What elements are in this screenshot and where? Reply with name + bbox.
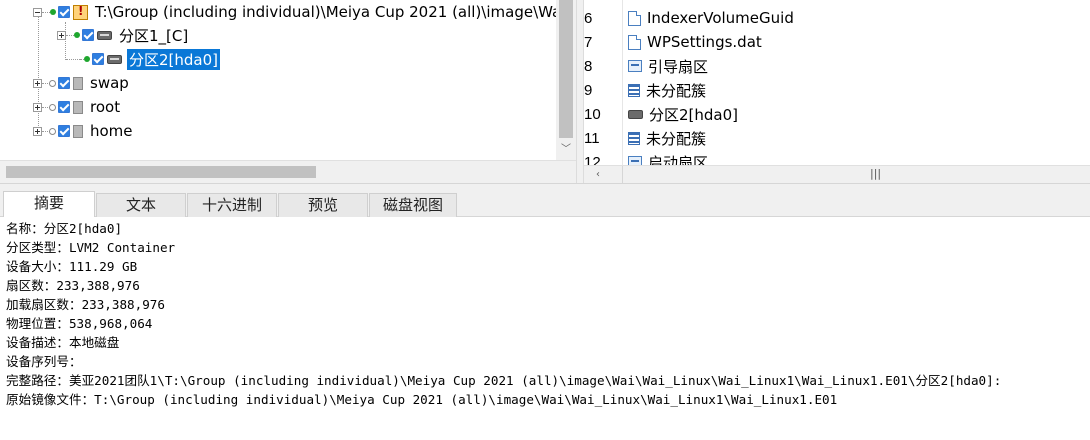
file-icon: [628, 34, 641, 50]
tree-node-label[interactable]: 分区1_[C]: [117, 25, 190, 46]
node-checkbox[interactable]: [92, 53, 104, 65]
expand-toggle-icon[interactable]: [33, 126, 42, 136]
node-checkbox[interactable]: [58, 77, 70, 89]
tree-node-label[interactable]: T:\Group (including individual)\Meiya Cu…: [93, 3, 572, 21]
expand-toggle-icon[interactable]: [57, 30, 66, 40]
node-checkbox[interactable]: [58, 6, 70, 18]
partition-drive-icon: [628, 109, 643, 119]
summary-full-path: 完整路径：美亚2021团队1\T:\Group (including indiv…: [6, 373, 1002, 388]
green-status-icon: [66, 31, 80, 38]
tree-guide-line: [66, 58, 80, 60]
summary-source-image: 原始镜像文件：T:\Group (including individual)\M…: [6, 392, 838, 407]
scrollbar-thumb[interactable]: [6, 166, 316, 178]
list-item[interactable]: 8 引导扇区: [584, 54, 1090, 78]
summary-sector-count: 扇区数：233,388,976: [6, 278, 140, 293]
unallocated-icon: [628, 83, 640, 97]
partition-drive-icon: [107, 54, 122, 64]
partition-drive-icon: [97, 30, 112, 40]
row-number: 8: [584, 57, 593, 75]
file-icon: [628, 10, 641, 26]
item-label: 分区2[hda0]: [649, 105, 739, 124]
hollow-status-icon: [42, 79, 56, 87]
tab-preview[interactable]: 预览: [278, 193, 368, 217]
tab-summary[interactable]: 摘要: [3, 191, 95, 218]
hollow-status-icon: [42, 127, 56, 135]
volume-icon: [73, 100, 83, 114]
list-item[interactable]: 9 未分配簇: [584, 78, 1090, 102]
node-checkbox[interactable]: [82, 29, 94, 41]
pane-splitter[interactable]: [576, 0, 584, 183]
summary-physical-location: 物理位置：538,968,064: [6, 316, 153, 331]
evidence-tree-pane[interactable]: T:\Group (including individual)\Meiya Cu…: [0, 0, 576, 183]
tab-text[interactable]: 文本: [96, 193, 186, 217]
tree-vertical-scrollbar[interactable]: ﹀: [556, 0, 576, 160]
scroll-down-icon[interactable]: ﹀: [558, 142, 574, 158]
scrollbar-thumb[interactable]: [559, 0, 573, 138]
list-item[interactable]: 7 WPSettings.dat: [584, 30, 1090, 54]
tree-node-label[interactable]: 分区2[hda0]: [127, 48, 221, 70]
summary-panel: 名称：分区2[hda0] 分区类型：LVM2 Container 设备大小：11…: [0, 217, 1090, 440]
item-label: 引导扇区: [648, 57, 709, 76]
summary-name: 名称：分区2[hda0]: [6, 221, 123, 236]
row-number: 7: [584, 33, 593, 51]
volume-icon: [73, 124, 83, 138]
expand-toggle-icon[interactable]: [33, 102, 42, 112]
row-number: 9: [584, 81, 593, 99]
row-number: 11: [584, 129, 600, 147]
collapse-toggle-icon[interactable]: [33, 7, 42, 17]
scroll-grip-icon[interactable]: |||: [870, 167, 881, 180]
summary-serial-number: 设备序列号：: [6, 354, 82, 369]
list-item[interactable]: 6 IndexerVolumeGuid: [584, 6, 1090, 30]
tab-hex[interactable]: 十六进制: [187, 193, 277, 217]
tree-node-image-root[interactable]: T:\Group (including individual)\Meiya Cu…: [33, 1, 572, 23]
node-checkbox[interactable]: [58, 101, 70, 113]
column-divider: [622, 166, 623, 183]
summary-loaded-sectors: 加载扇区数：233,388,976: [6, 297, 165, 312]
item-label: IndexerVolumeGuid: [647, 9, 794, 27]
tab-disk-view[interactable]: 磁盘视图: [369, 193, 457, 217]
horizontal-splitter[interactable]: [0, 183, 1090, 191]
tree-node-label[interactable]: home: [88, 122, 135, 140]
tree-node-root[interactable]: root: [33, 96, 122, 118]
tree-node-label[interactable]: swap: [88, 74, 131, 92]
green-status-icon: [42, 8, 56, 15]
list-item[interactable]: 11 未分配簇: [584, 126, 1090, 150]
boot-sector-icon: [628, 60, 642, 72]
node-checkbox[interactable]: [58, 125, 70, 137]
row-number: 6: [584, 9, 593, 27]
row-number: 10: [584, 105, 601, 123]
tree-horizontal-scrollbar[interactable]: [0, 160, 576, 183]
list-item[interactable]: 10 分区2[hda0]: [584, 102, 1090, 126]
summary-device-size: 设备大小：111.29 GB: [6, 259, 138, 274]
tree-node-home[interactable]: home: [33, 120, 135, 142]
item-label: 未分配簇: [646, 81, 707, 100]
scroll-left-icon[interactable]: ‹: [590, 167, 606, 183]
expand-toggle-icon[interactable]: [33, 78, 42, 88]
evidence-image-icon: [73, 4, 88, 20]
summary-partition-type: 分区类型：LVM2 Container: [6, 240, 176, 255]
green-status-icon: [80, 55, 90, 62]
volume-icon: [73, 76, 83, 90]
list-horizontal-scrollbar[interactable]: ‹ |||: [584, 165, 1090, 183]
item-label: WPSettings.dat: [647, 33, 762, 51]
detail-tab-bar: 摘要 文本 十六进制 预览 磁盘视图: [0, 191, 1090, 218]
hollow-status-icon: [42, 103, 56, 111]
item-label: 未分配簇: [646, 129, 707, 148]
tree-node-label[interactable]: root: [88, 98, 122, 116]
file-list-pane[interactable]: 6 IndexerVolumeGuid 7 WPSettings.dat 8 引…: [584, 0, 1090, 183]
tree-node-partition1[interactable]: 分区1_[C]: [57, 24, 190, 46]
summary-device-description: 设备描述：本地磁盘: [6, 335, 120, 350]
tree-node-swap[interactable]: swap: [33, 72, 131, 94]
tree-node-partition2[interactable]: 分区2[hda0]: [66, 48, 221, 70]
unallocated-icon: [628, 131, 640, 145]
